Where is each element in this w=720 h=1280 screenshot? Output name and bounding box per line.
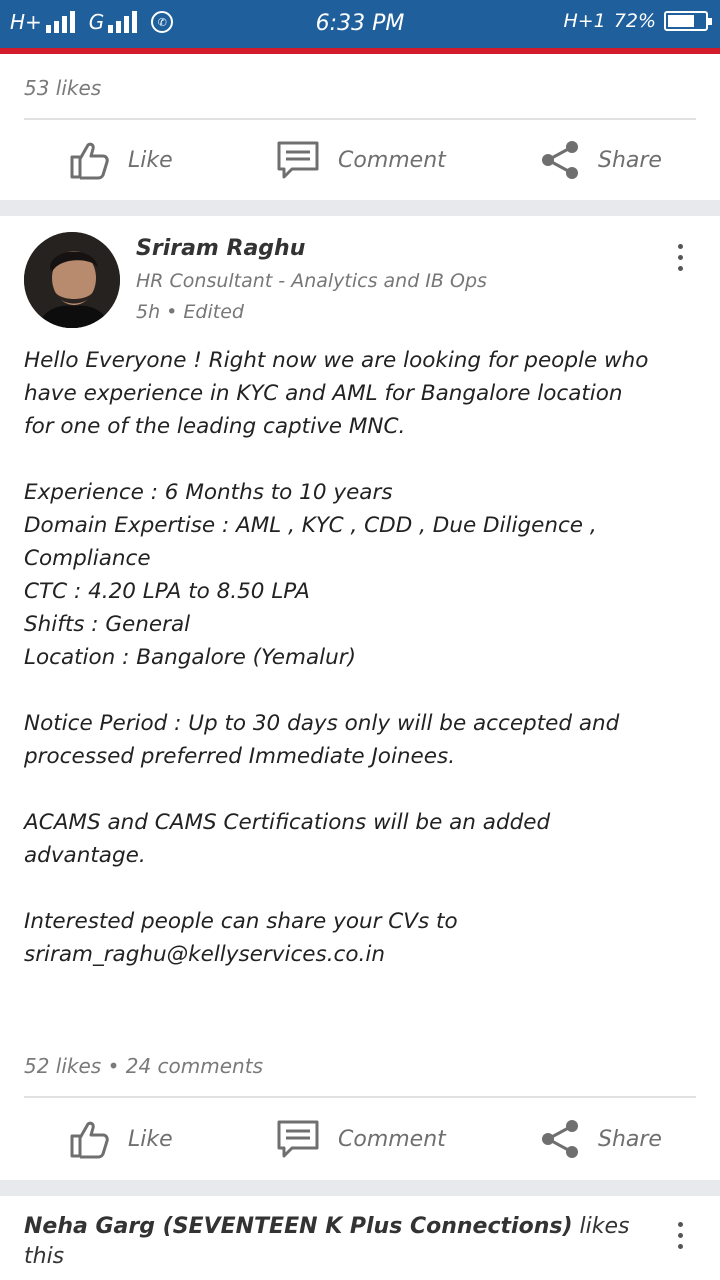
post-body-line: Location : Bangalore (Yemalur) <box>24 645 356 670</box>
post-body-line: for one of the leading captive MNC. <box>24 414 406 439</box>
like-label: Like <box>128 147 173 173</box>
post-body-line: advantage. <box>24 843 146 868</box>
divider <box>24 1096 696 1098</box>
action-bar: Like Comment Share <box>0 120 720 200</box>
post-body-blank-line <box>24 773 700 806</box>
more-options-icon[interactable] <box>676 1222 684 1249</box>
share-button[interactable]: Share <box>540 120 662 200</box>
like-button[interactable]: Like <box>68 120 173 200</box>
previous-post-card: 53 likes Like Comment Share <box>0 54 720 200</box>
network-type-3: H+1 <box>563 10 606 32</box>
post-body-line: have experience in KYC and AML for Banga… <box>24 381 623 406</box>
post-body-blank-line <box>24 674 700 707</box>
post-body-line: ACAMS and CAMS Certifications will be an… <box>24 810 551 835</box>
avatar[interactable] <box>24 232 120 328</box>
post-body-line: Compliance <box>24 546 151 571</box>
feed-separator <box>0 200 720 216</box>
thumbs-up-icon <box>70 142 109 180</box>
comment-button[interactable]: Comment <box>276 120 446 200</box>
thumbs-up-icon <box>70 1121 109 1159</box>
post-author-name[interactable]: Sriram Raghu <box>136 236 305 261</box>
comment-label: Comment <box>338 147 446 173</box>
likes-count[interactable]: 53 likes <box>24 76 101 100</box>
comment-icon <box>277 1120 319 1158</box>
battery-percent: 72% <box>613 10 656 32</box>
activity-verb: likes <box>579 1214 630 1239</box>
post-body-line: CTC : 4.20 LPA to 8.50 LPA <box>24 579 310 604</box>
like-button[interactable]: Like <box>68 1099 173 1179</box>
comment-button[interactable]: Comment <box>276 1099 446 1179</box>
status-bar: H+ G ✆ 6:33 PM H+1 72% <box>0 0 720 54</box>
comment-icon <box>277 141 319 179</box>
post-timestamp: 5h • Edited <box>136 301 244 323</box>
share-button[interactable]: Share <box>540 1099 662 1179</box>
post-body-line: Hello Everyone ! Right now we are lookin… <box>24 348 649 373</box>
post-body-line: Interested people can share your CVs to <box>24 909 458 934</box>
activity-object: this <box>24 1244 65 1269</box>
battery-icon <box>664 11 712 31</box>
action-bar: Like Comment Share <box>0 1099 720 1179</box>
post-body-line: processed preferred Immediate Joinees. <box>24 744 456 769</box>
post-body-blank-line <box>24 443 700 476</box>
post-body-line: Shifts : General <box>24 612 191 637</box>
post-stats[interactable]: 52 likes • 24 comments <box>24 1054 263 1078</box>
post-body: Hello Everyone ! Right now we are lookin… <box>24 344 700 971</box>
post-body-line: Notice Period : Up to 30 days only will … <box>24 711 620 736</box>
feed-separator <box>0 1180 720 1196</box>
comment-label: Comment <box>338 1126 446 1152</box>
share-icon <box>542 1120 578 1158</box>
post-author-headline: HR Consultant - Analytics and IB Ops <box>136 270 487 292</box>
share-label: Share <box>598 147 662 173</box>
activity-actor[interactable]: Neha Garg (SEVENTEEN K Plus Connections) <box>24 1214 573 1239</box>
post-body-line: Domain Expertise : AML , KYC , CDD , Due… <box>24 513 597 538</box>
share-icon <box>542 141 578 179</box>
share-label: Share <box>598 1126 662 1152</box>
post-body-line: Experience : 6 Months to 10 years <box>24 480 393 505</box>
like-label: Like <box>128 1126 173 1152</box>
activity-header: Neha Garg (SEVENTEEN K Plus Connections)… <box>24 1212 644 1272</box>
post-body-line[interactable]: sriram_raghu@kellyservices.co.in <box>24 938 700 971</box>
post-body-blank-line <box>24 872 700 905</box>
more-options-icon[interactable] <box>676 244 684 271</box>
